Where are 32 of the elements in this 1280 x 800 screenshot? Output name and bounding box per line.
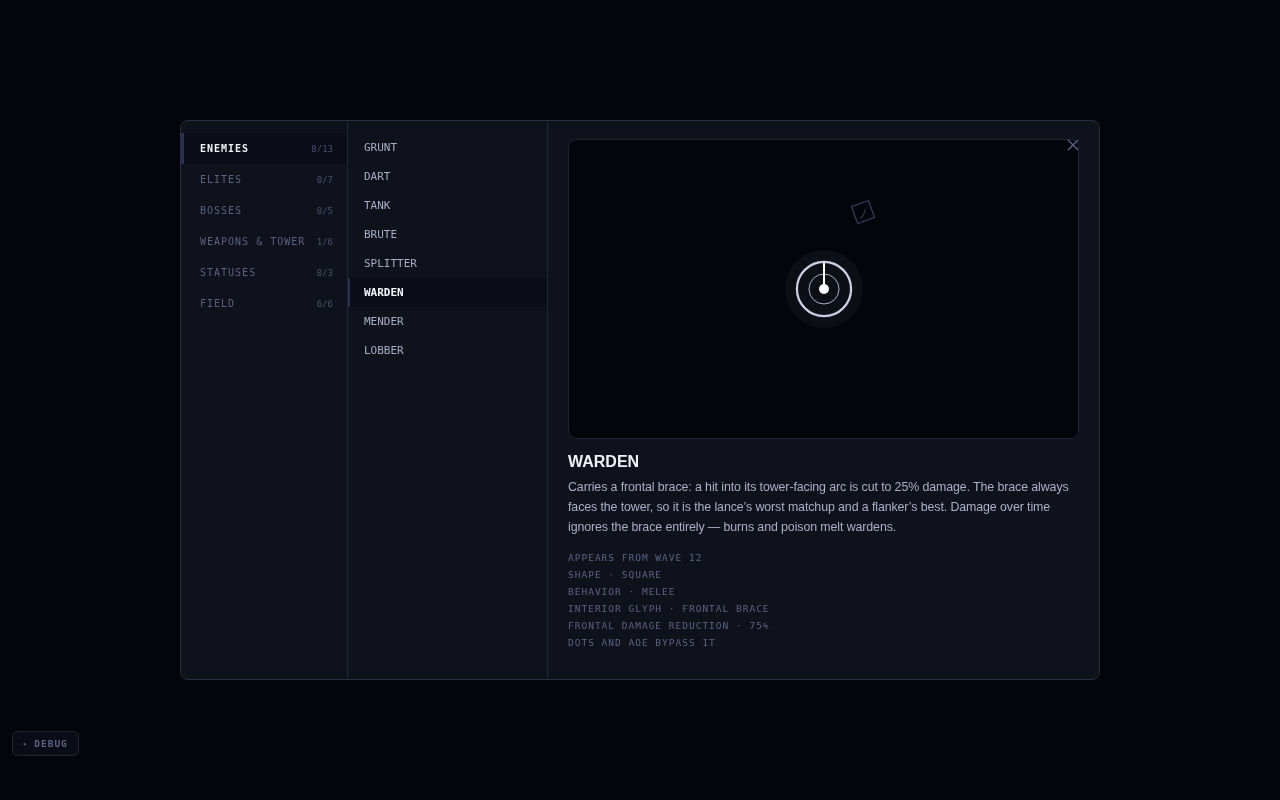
- category-label: ENEMIES: [200, 143, 250, 154]
- category-label: WEAPONS & TOWER: [200, 236, 306, 247]
- category-label: ELITES: [200, 174, 243, 185]
- category-item[interactable]: ENEMIES 8/13: [181, 133, 347, 164]
- category-count: 1/6: [316, 236, 333, 247]
- entry-item[interactable]: DART: [348, 162, 547, 191]
- entry-fact: APPEARS FROM WAVE 12: [568, 551, 704, 565]
- close-icon: [1067, 139, 1079, 151]
- entry-item[interactable]: TANK: [348, 191, 547, 220]
- entry-description: Carries a frontal brace: a hit into its tower-facing arc is cut to 25% damage. The brace always faces the tower, so it is the lance’s worst matchup and a flanker’s best. Damage over time ignores the brace entirely — burns and poison melt wardens.: [568, 479, 1070, 536]
- entry-item[interactable]: WARDEN: [348, 278, 547, 307]
- category-label: BOSSES: [200, 205, 243, 216]
- entry-item[interactable]: GRUNT: [348, 133, 547, 162]
- category-count: 0/3: [316, 267, 333, 278]
- category-label: FIELD: [200, 298, 236, 309]
- entry-fact: INTERIOR GLYPH · FRONTAL BRACE: [568, 602, 771, 616]
- entry-item[interactable]: MENDER: [348, 307, 547, 336]
- debug-label: DEBUG: [34, 738, 68, 749]
- category-count: 8/13: [311, 143, 333, 154]
- entry-fact: FRONTAL DAMAGE REDUCTION · 75%: [568, 619, 771, 633]
- category-count: 6/6: [316, 298, 333, 309]
- entry-fact: BEHAVIOR · MELEE: [568, 585, 677, 599]
- category-count: 0/7: [316, 174, 333, 185]
- entry-item[interactable]: SPLITTER: [348, 249, 547, 278]
- entry-fact: DOTS AND AOE BYPASS IT: [568, 636, 717, 650]
- entry-item[interactable]: LOBBER: [348, 336, 547, 365]
- entry-title: WARDEN: [568, 453, 641, 471]
- category-count: 0/5: [316, 205, 333, 216]
- category-label: STATUSES: [200, 267, 257, 278]
- entry-item[interactable]: BRUTE: [348, 220, 547, 249]
- square-enemy-icon: [850, 199, 876, 225]
- entry-fact: SHAPE · SQUARE: [568, 568, 664, 582]
